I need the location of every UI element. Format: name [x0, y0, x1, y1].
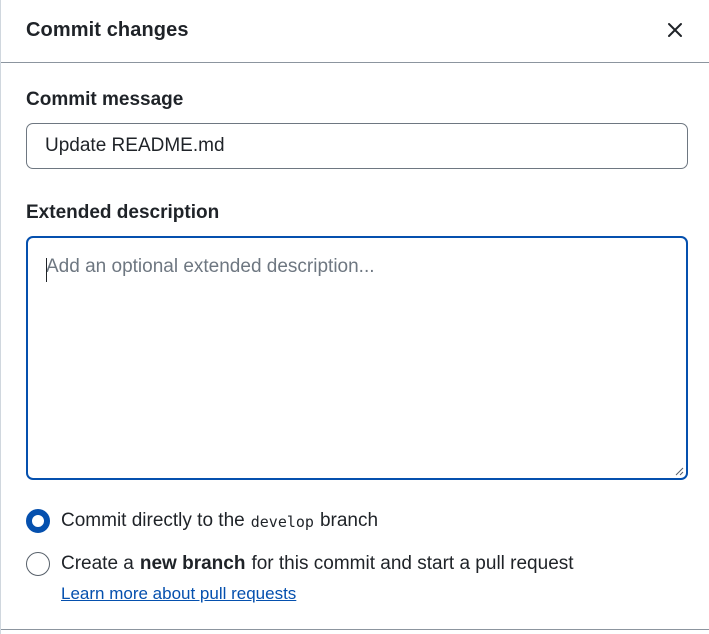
commit-message-value: Update README.md	[45, 135, 225, 156]
commit-changes-dialog: Commit changes Commit message Update REA…	[0, 0, 709, 634]
branch-name: develop	[250, 513, 314, 531]
option-new-suffix: for this commit and start a pull request	[251, 553, 574, 574]
option-direct-prefix: Commit directly to the	[61, 510, 245, 531]
commit-options: Commit directly to the develop branch Cr…	[26, 507, 687, 604]
option-new-bold: new branch	[139, 553, 246, 574]
dialog-title: Commit changes	[26, 18, 189, 41]
text-caret	[46, 258, 47, 282]
radio-checked-icon[interactable]	[26, 509, 50, 533]
extended-description-label: Extended description	[26, 202, 220, 223]
commit-message-input[interactable]: Update README.md	[26, 123, 688, 169]
option-direct-suffix: branch	[319, 510, 379, 531]
option-new-branch[interactable]: Create a new branch for this commit and …	[26, 550, 687, 578]
commit-message-label: Commit message	[26, 89, 184, 110]
extended-description-placeholder: Add an optional extended description...	[46, 256, 375, 277]
extended-description-textarea[interactable]: Add an optional extended description...	[26, 236, 688, 480]
resize-handle-icon[interactable]	[674, 466, 684, 476]
close-button[interactable]	[661, 16, 689, 44]
x-icon	[668, 23, 682, 37]
radio-unchecked-icon[interactable]	[26, 552, 50, 576]
learn-more-link[interactable]: Learn more about pull requests	[61, 584, 296, 604]
option-commit-directly[interactable]: Commit directly to the develop branch	[26, 507, 687, 535]
option-new-prefix: Create a	[61, 553, 134, 574]
dialog-body: Commit message Update README.md Extended…	[1, 89, 709, 604]
bottom-divider	[1, 629, 709, 630]
dialog-header: Commit changes	[1, 0, 709, 63]
